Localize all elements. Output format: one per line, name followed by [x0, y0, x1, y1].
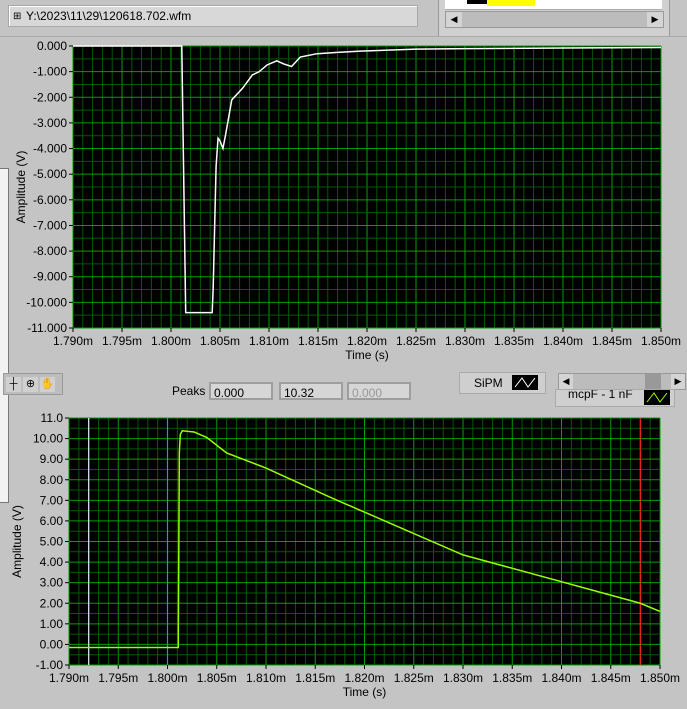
x-tick-label: 1.840m — [543, 334, 583, 348]
y-tick-label: -9.000 — [33, 270, 67, 284]
path-icon: ⊞ — [13, 10, 22, 22]
scroll-right-icon[interactable]: ▶ — [647, 12, 663, 27]
legend-line-icon — [512, 375, 538, 390]
file-path-field[interactable]: ⊞ Y:\2023\11\29\120618.702.wfm — [8, 5, 418, 27]
y-tick-label: -2.000 — [33, 90, 67, 104]
graph-palette: ┼ ⊕ ✋ — [3, 373, 63, 395]
x-tick-label: 1.815m — [295, 671, 335, 685]
legend-scrollbar[interactable]: ◀ ▶ — [558, 373, 686, 390]
amplitude-chart-top[interactable]: 1.790m 1.795m 1.800m 1.805m 1.810m 1.815m 1.82… — [0, 37, 687, 370]
x-tick-label: 1.805m — [200, 334, 240, 348]
x-tick-label: 1.850m — [641, 334, 681, 348]
peak-value-2[interactable]: 10.32 — [279, 382, 343, 400]
cell-black — [467, 0, 487, 4]
y-tick-label: -1.000 — [33, 65, 67, 79]
x-tick-label: 1.850m — [640, 671, 680, 685]
crosshair-icon[interactable]: ┼ — [6, 376, 21, 392]
y-tick-label: 11.0 — [41, 411, 64, 425]
y-axis-label: Amplitude (V) — [10, 505, 24, 578]
y-tick-label: -7.000 — [33, 218, 67, 232]
x-axis-label: Time (s) — [345, 348, 389, 362]
hand-icon[interactable]: ✋ — [40, 376, 55, 392]
y-tick-label: 4.00 — [40, 555, 64, 569]
y-tick-label: -10.000 — [26, 295, 67, 309]
x-tick-label: 1.845m — [592, 334, 632, 348]
plot-legend-mcp[interactable]: mcpF - 1 nF — [555, 389, 675, 407]
peaks-label: Peaks — [172, 384, 206, 398]
y-tick-label: 5.00 — [40, 535, 64, 549]
legend-label-sipm: SiPM — [474, 376, 503, 390]
legend-label-mcp: mcpF - 1 nF — [568, 389, 633, 401]
x-tick-label: 1.810m — [249, 334, 289, 348]
x-tick-label: 1.825m — [396, 334, 436, 348]
x-tick-label: 1.825m — [394, 671, 434, 685]
x-tick-label: 1.835m — [492, 671, 532, 685]
x-tick-label: 1.835m — [494, 334, 534, 348]
zoom-icon[interactable]: ⊕ — [23, 376, 38, 392]
y-tick-label: -1.00 — [36, 658, 64, 672]
y-tick-label: 0.000 — [37, 39, 67, 53]
y-tick-label: 10.00 — [33, 432, 63, 446]
scroll-right-icon[interactable]: ▶ — [671, 374, 685, 389]
y-tick-label: -11.000 — [27, 321, 67, 335]
x-tick-label: 1.805m — [197, 671, 237, 685]
x-tick-label: 1.810m — [246, 671, 286, 685]
x-tick-label: 1.840m — [541, 671, 581, 685]
y-tick-label: 9.00 — [40, 452, 64, 466]
amplitude-chart-bottom[interactable]: 1.790m 1.795m 1.800m 1.805m 1.810m 1.815m 1.82… — [0, 408, 687, 709]
x-tick-label: 1.800m — [147, 671, 187, 685]
x-tick-label: 1.795m — [102, 334, 142, 348]
x-tick-label: 1.845m — [591, 671, 631, 685]
y-tick-label: -3.000 — [33, 116, 67, 130]
x-tick-label: 1.830m — [443, 671, 483, 685]
legend-line-icon — [644, 390, 670, 405]
x-tick-label: 1.820m — [347, 334, 387, 348]
y-tick-label: 3.00 — [40, 576, 64, 590]
x-tick-label: 1.790m — [53, 334, 93, 348]
file-path-text: Y:\2023\11\29\120618.702.wfm — [26, 9, 192, 23]
y-tick-label: 2.00 — [40, 596, 64, 610]
x-axis-label: Time (s) — [343, 685, 387, 699]
plot-legend-sipm[interactable]: SiPM — [459, 372, 546, 394]
y-tick-label: 8.00 — [40, 473, 64, 487]
cell-yellow — [487, 0, 535, 6]
y-tick-label: -8.000 — [33, 244, 67, 258]
scroll-left-icon[interactable]: ◀ — [559, 374, 573, 389]
y-tick-label: 7.00 — [40, 493, 64, 507]
y-tick-label: -5.000 — [33, 167, 67, 181]
table-row[interactable] — [445, 0, 662, 10]
y-axis-label: Amplitude (V) — [14, 151, 28, 224]
x-tick-label: 1.795m — [98, 671, 138, 685]
x-tick-label: 1.820m — [344, 671, 384, 685]
x-tick-label: 1.830m — [445, 334, 485, 348]
scroll-left-icon[interactable]: ◀ — [446, 12, 462, 27]
horizontal-scrollbar[interactable]: ◀ ▶ — [445, 11, 664, 28]
y-tick-label: 6.00 — [40, 514, 64, 528]
table-control[interactable]: ◀ ▶ — [438, 0, 670, 37]
x-tick-label: 1.800m — [151, 334, 191, 348]
y-tick-label: -4.000 — [33, 142, 67, 156]
y-tick-label: 1.00 — [40, 617, 64, 631]
y-tick-label: 0.00 — [40, 637, 64, 651]
peak-value-1[interactable]: 0.000 — [209, 382, 273, 400]
x-tick-label: 1.790m — [49, 671, 89, 685]
peak-value-3[interactable]: 0.000 — [347, 382, 411, 400]
y-tick-label: -6.000 — [33, 193, 67, 207]
x-tick-label: 1.815m — [298, 334, 338, 348]
scroll-thumb[interactable] — [645, 374, 661, 389]
